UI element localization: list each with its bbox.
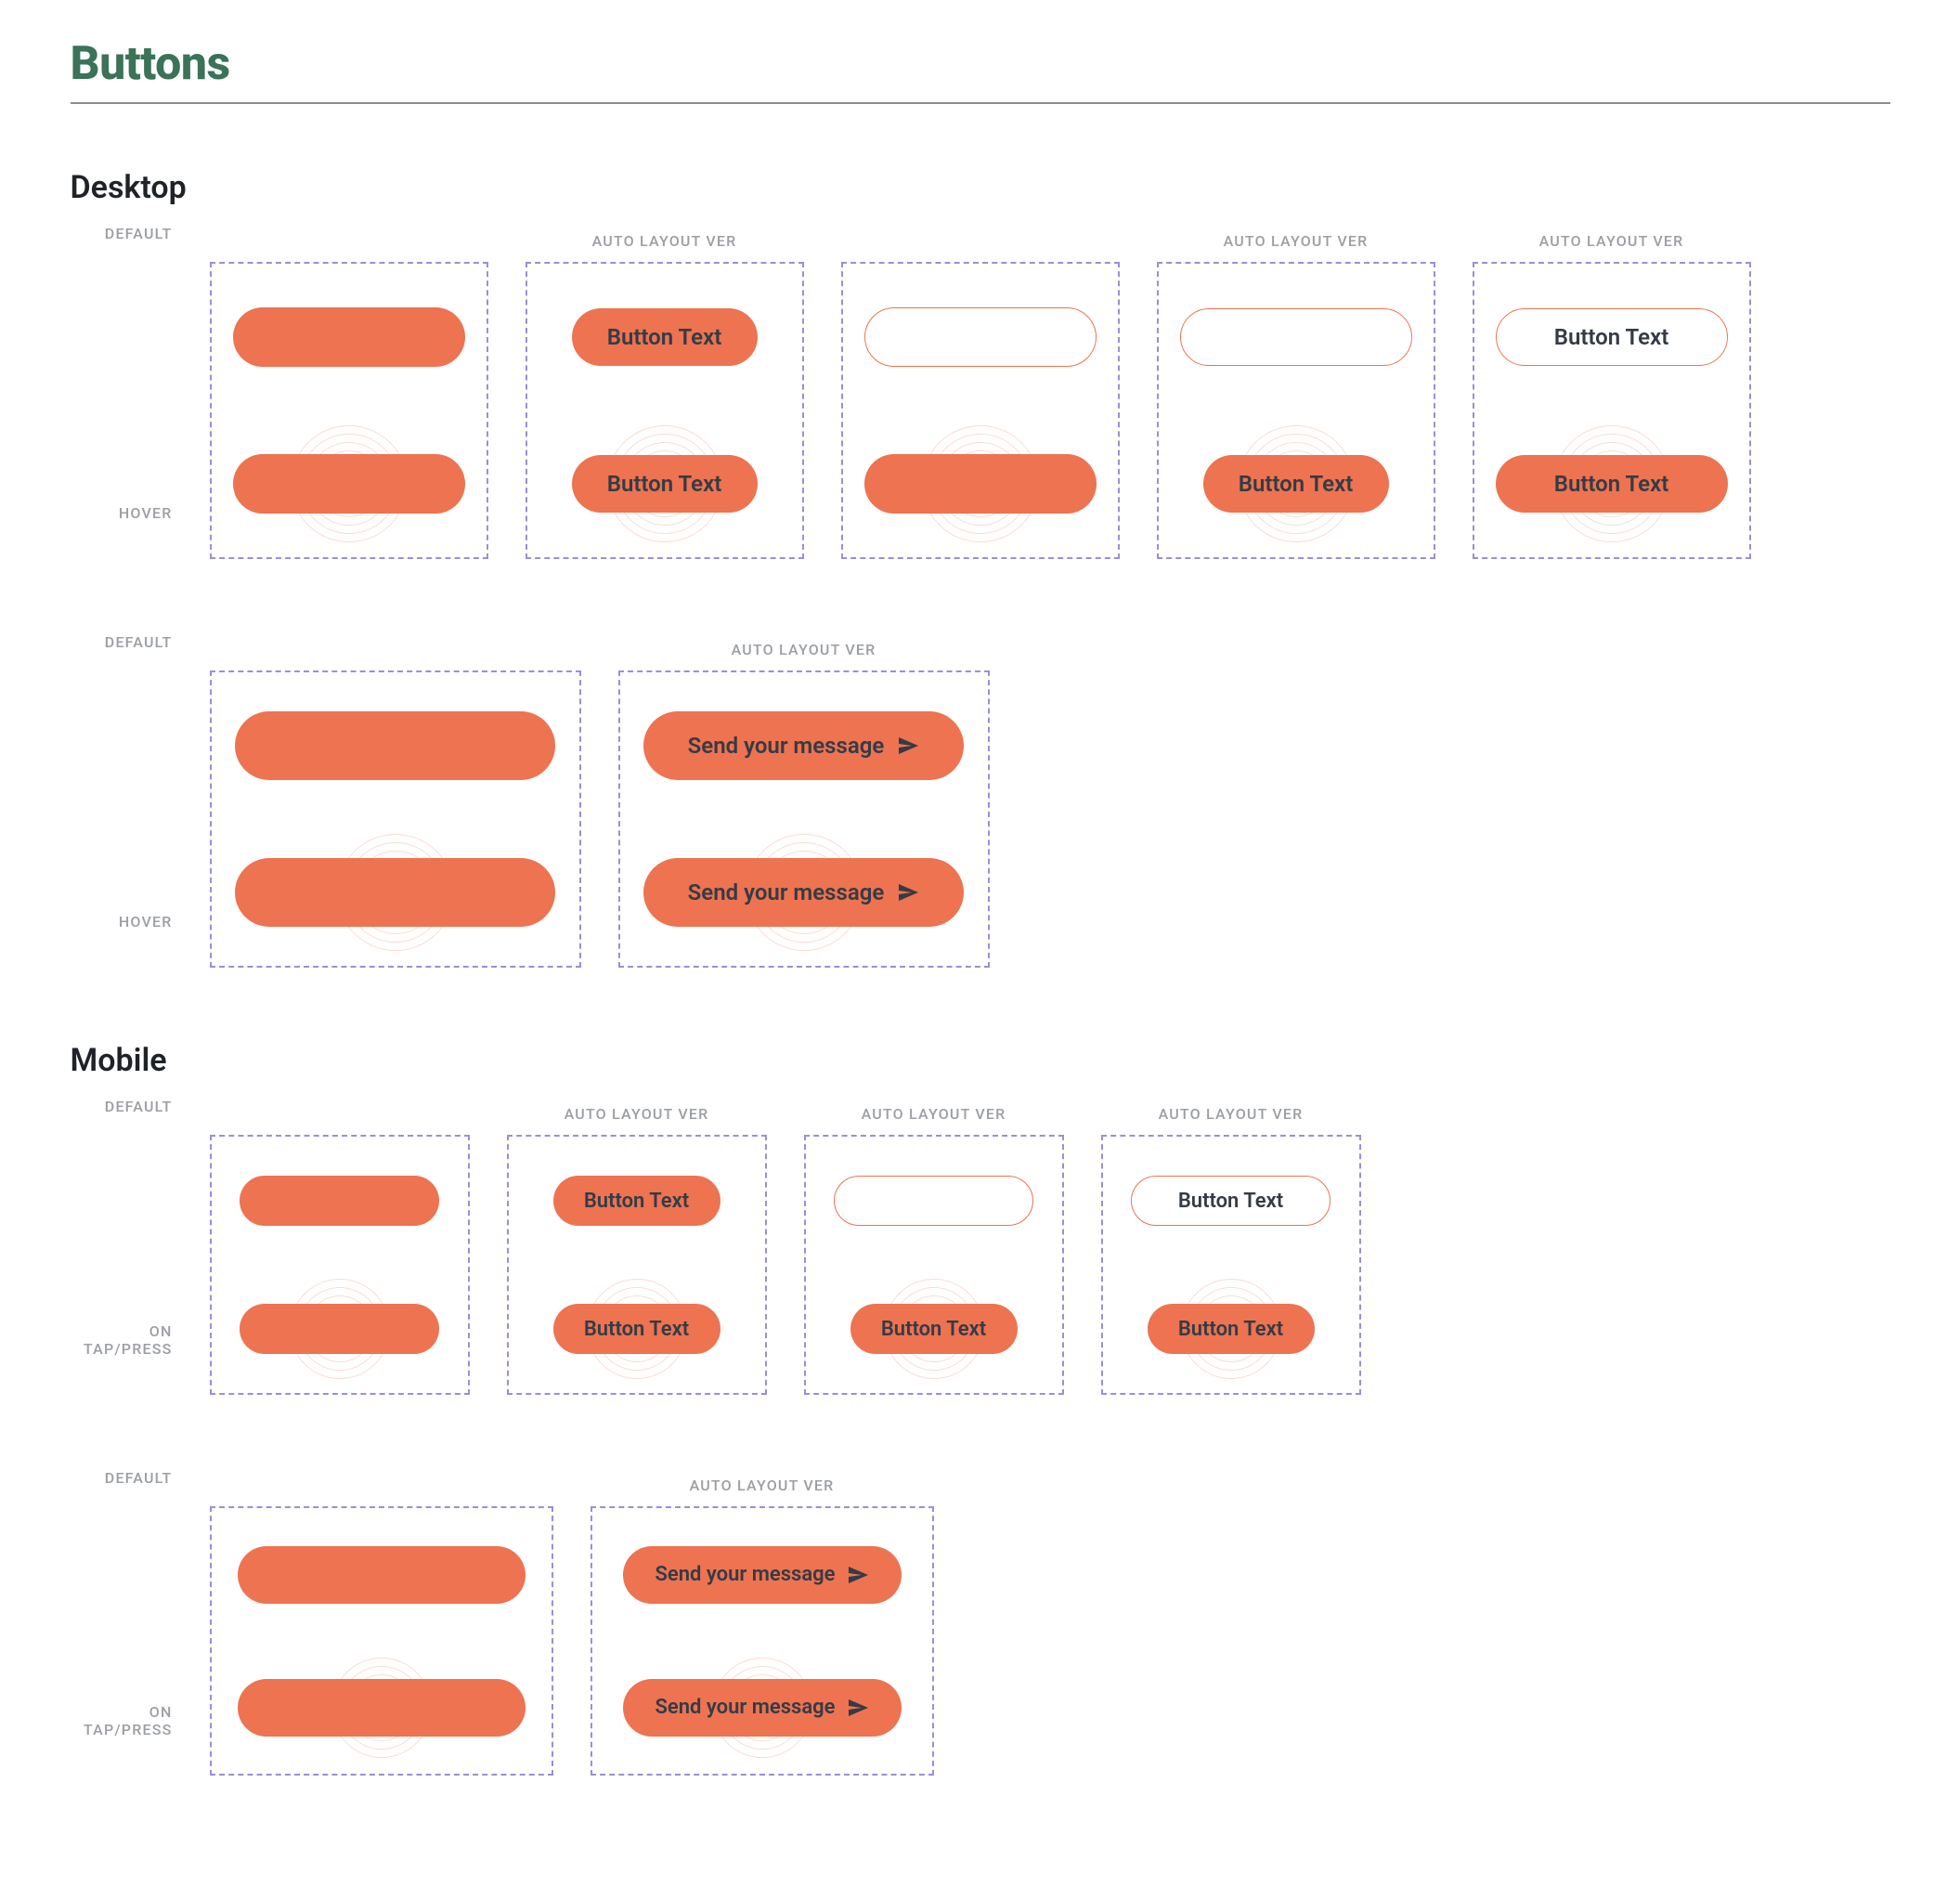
col-header-auto-layout: AUTO LAYOUT VER [592, 228, 737, 253]
button-solid-text-default[interactable]: Button Text [572, 308, 758, 366]
button-m-solid-press[interactable] [240, 1304, 439, 1354]
frame-mobile-wide-blank [210, 1506, 553, 1776]
button-label: Send your message [655, 1696, 835, 1719]
row-label-on-tap: ON TAP/PRESS [71, 1703, 173, 1738]
frame-desktop-outline-blank [841, 262, 1120, 559]
button-solid-text-hover[interactable]: Button Text [572, 455, 758, 513]
frame-desktop-outline-text-a: Button Text [1157, 262, 1435, 559]
button-outline-default[interactable] [864, 307, 1097, 367]
frame-mobile-outline-text: Button Text Button Text [1101, 1135, 1361, 1395]
col-header-auto-layout: AUTO LAYOUT VER [690, 1473, 835, 1497]
button-m-send-default[interactable]: Send your message [623, 1546, 902, 1604]
paper-plane-icon [897, 881, 919, 904]
button-m-outline-default[interactable] [834, 1176, 1033, 1226]
button-label: Button Text [584, 1318, 689, 1341]
mobile-row-2: DEFAULT ON TAP/PRESS AUTO LAYOUT VER Sen… [71, 1469, 1890, 1776]
button-label: Button Text [1239, 471, 1354, 497]
page-title: Buttons [71, 37, 1890, 91]
col-header-auto-layout: AUTO LAYOUT VER [565, 1101, 709, 1126]
button-outline-text-b-hover-wrap: Button Text [1496, 455, 1728, 513]
button-outline-hover[interactable] [864, 454, 1097, 514]
button-outline-blank-default[interactable] [1180, 308, 1412, 366]
button-label: Button Text [1178, 1190, 1283, 1213]
row-label-default: DEFAULT [105, 1469, 173, 1487]
desktop-row-2: DEFAULT HOVER AUTO LAYOUT VER Send your … [71, 633, 1890, 968]
button-label: Send your message [688, 879, 885, 905]
button-m-wide-press[interactable] [238, 1679, 526, 1737]
button-label: Button Text [1178, 1318, 1283, 1341]
button-m-solid-press-wrap [240, 1304, 439, 1354]
button-m-outline-text-press-wrap: Button Text [1148, 1304, 1315, 1354]
button-outline-text-hover-wrap: Button Text [1203, 455, 1389, 513]
mobile-row-1: DEFAULT ON TAP/PRESS AUTO LAYOUT VER But… [71, 1098, 1890, 1395]
button-m-wide-default[interactable] [238, 1546, 526, 1604]
row-label-default: DEFAULT [105, 633, 173, 651]
button-label: Send your message [655, 1563, 835, 1586]
col-header-auto-layout: AUTO LAYOUT VER [732, 637, 876, 661]
frame-desktop-solid-text: Button Text Button Text [526, 262, 804, 559]
button-label: Button Text [881, 1318, 986, 1341]
paper-plane-icon [897, 735, 919, 757]
button-m-solid-text-press-wrap: Button Text [553, 1304, 720, 1354]
button-m-wide-press-wrap [238, 1679, 526, 1737]
button-wide-default[interactable] [235, 711, 555, 780]
button-outline-b-hover[interactable]: Button Text [1496, 455, 1728, 513]
row-label-default: DEFAULT [105, 225, 173, 242]
frame-mobile-solid-blank [210, 1135, 470, 1395]
button-m-outline-press[interactable]: Button Text [850, 1304, 1018, 1354]
col-header-auto-layout: AUTO LAYOUT VER [1159, 1101, 1304, 1126]
paper-plane-icon [847, 1697, 869, 1719]
button-label: Button Text [607, 324, 722, 350]
frame-desktop-wide-blank [210, 670, 581, 968]
button-m-solid-default[interactable] [240, 1176, 439, 1226]
button-solid-hover[interactable] [233, 454, 465, 514]
button-outline-text-default[interactable]: Button Text [1496, 308, 1728, 366]
frame-mobile-outline-blank: Button Text [804, 1135, 1064, 1395]
button-send-hover-wrap: Send your message [643, 858, 964, 927]
button-label: Button Text [1554, 324, 1669, 350]
paper-plane-icon [847, 1564, 869, 1586]
button-m-send-press[interactable]: Send your message [623, 1679, 902, 1737]
button-send-hover[interactable]: Send your message [643, 858, 964, 927]
button-outline-hover-wrap [864, 454, 1097, 514]
row-label-on-tap: ON TAP/PRESS [71, 1322, 173, 1358]
frame-desktop-send: Send your message Send your message [618, 670, 990, 968]
frame-mobile-solid-text: Button Text Button Text [507, 1135, 767, 1395]
button-label: Send your message [688, 733, 885, 759]
col-header-auto-layout: AUTO LAYOUT VER [862, 1101, 1006, 1126]
button-solid-default[interactable] [233, 307, 465, 367]
button-wide-hover-wrap [235, 858, 555, 927]
title-divider [71, 102, 1890, 104]
row-label-hover: HOVER [119, 504, 173, 522]
button-m-solid-text-default[interactable]: Button Text [553, 1176, 720, 1226]
section-desktop-title: Desktop [71, 169, 1890, 206]
frame-desktop-outline-text-b: Button Text Button Text [1473, 262, 1751, 559]
button-label: Button Text [607, 471, 722, 497]
col-header-auto-layout: AUTO LAYOUT VER [1224, 228, 1369, 253]
section-mobile-title: Mobile [71, 1042, 1890, 1079]
desktop-row-1: DEFAULT HOVER AUTO LAYOUT VER Button Tex… [71, 225, 1890, 559]
button-label: Button Text [1554, 471, 1669, 497]
button-label: Button Text [584, 1190, 689, 1213]
button-outline-a-hover[interactable]: Button Text [1203, 455, 1389, 513]
frame-desktop-solid-blank [210, 262, 488, 559]
button-wide-hover[interactable] [235, 858, 555, 927]
button-send-default[interactable]: Send your message [643, 711, 964, 780]
col-header-auto-layout: AUTO LAYOUT VER [1539, 228, 1684, 253]
frame-mobile-send: Send your message Send your message [591, 1506, 934, 1776]
button-m-outline-press-wrap: Button Text [850, 1304, 1018, 1354]
row-label-hover: HOVER [119, 913, 173, 930]
button-m-solid-text-press[interactable]: Button Text [553, 1304, 720, 1354]
button-m-outline-text-press[interactable]: Button Text [1148, 1304, 1315, 1354]
button-solid-hover-wrap [233, 454, 465, 514]
button-m-send-press-wrap: Send your message [623, 1679, 902, 1737]
row-label-default: DEFAULT [105, 1098, 173, 1115]
button-m-outline-text-default[interactable]: Button Text [1131, 1176, 1330, 1226]
button-solid-text-hover-wrap: Button Text [572, 455, 758, 513]
